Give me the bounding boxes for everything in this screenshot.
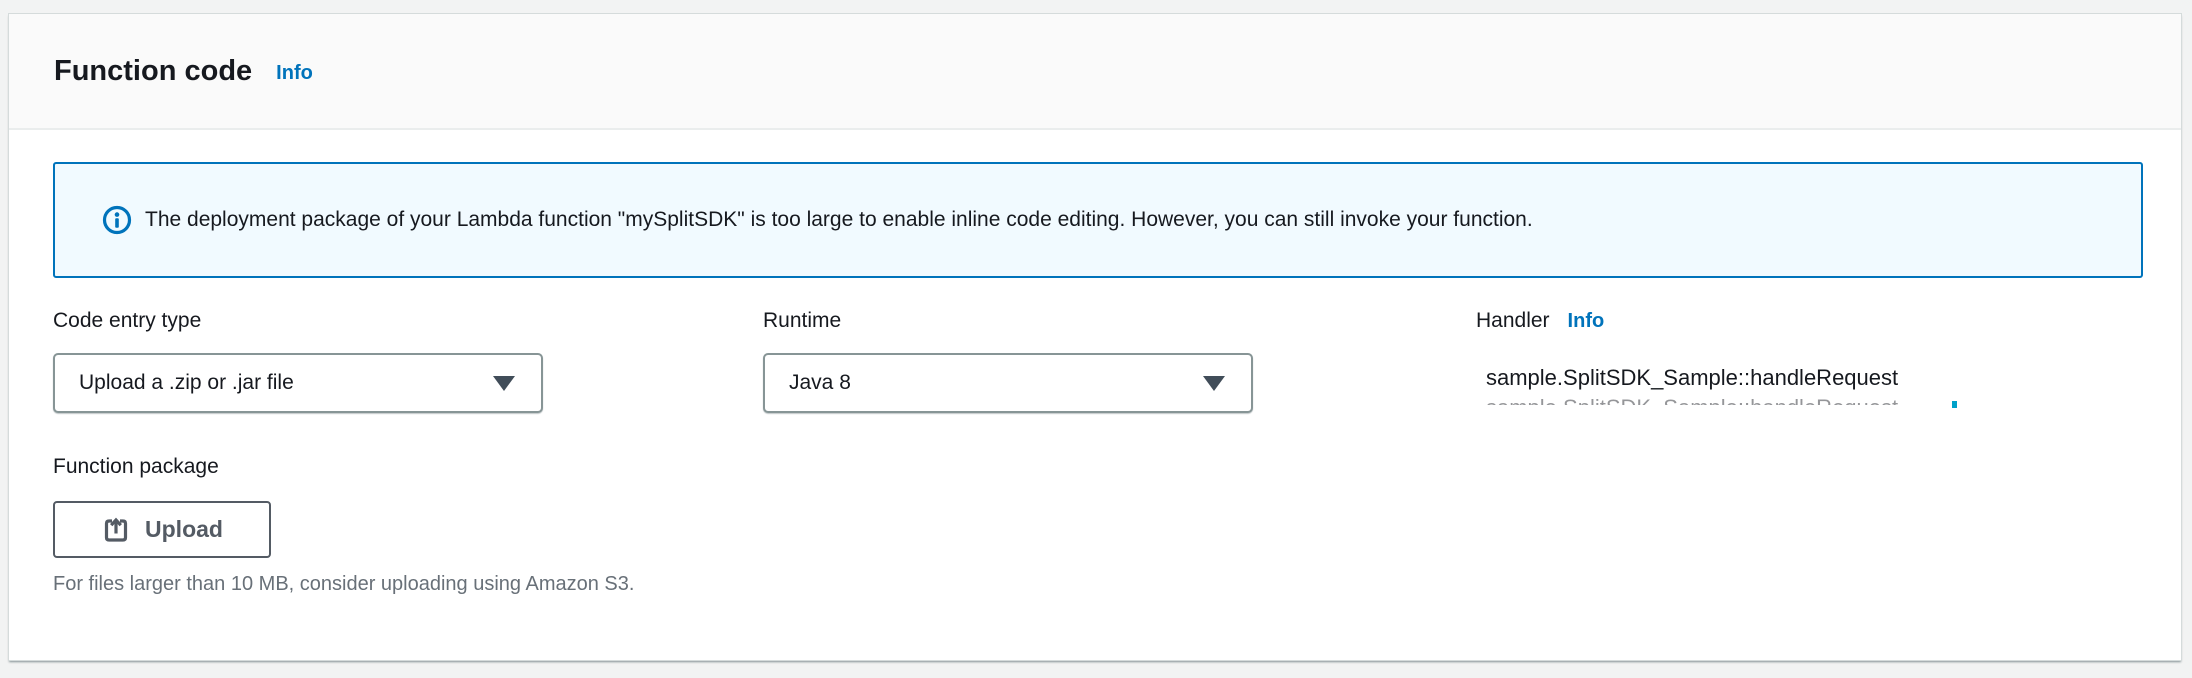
alert-message: The deployment package of your Lambda fu… xyxy=(145,206,1533,233)
panel-header: Function code Info xyxy=(9,14,2181,130)
upload-icon xyxy=(101,515,131,545)
caret-down-icon xyxy=(1203,376,1225,391)
code-entry-type-select[interactable]: Upload a .zip or .jar file xyxy=(53,353,543,413)
code-entry-type-value: Upload a .zip or .jar file xyxy=(79,371,294,395)
runtime-label: Runtime xyxy=(763,309,841,333)
code-entry-type-label: Code entry type xyxy=(53,309,201,333)
text-caret-artifact xyxy=(1952,401,1957,408)
caret-down-icon xyxy=(493,376,515,391)
page-title: Function code xyxy=(54,55,252,88)
handler-label: Handler xyxy=(1476,309,1550,333)
runtime-select[interactable]: Java 8 xyxy=(763,353,1253,413)
upload-helper-text: For files larger than 10 MB, consider up… xyxy=(53,573,634,596)
panel-info-link[interactable]: Info xyxy=(276,62,313,85)
info-circle-icon xyxy=(101,204,133,236)
upload-button[interactable]: Upload xyxy=(53,501,271,558)
function-package-label: Function package xyxy=(53,455,219,479)
runtime-value: Java 8 xyxy=(789,371,851,395)
handler-clipped-text-artifact: sample.SplitSDK_Sample::handleRequest xyxy=(1486,395,2086,405)
handler-label-row: Handler Info xyxy=(1476,309,1604,333)
function-code-panel: Function code Info The deployment packag… xyxy=(8,13,2182,661)
upload-button-label: Upload xyxy=(145,516,223,543)
info-alert: The deployment package of your Lambda fu… xyxy=(53,162,2143,278)
handler-value: sample.SplitSDK_Sample::handleRequest xyxy=(1486,365,1898,391)
handler-info-link[interactable]: Info xyxy=(1568,310,1605,333)
